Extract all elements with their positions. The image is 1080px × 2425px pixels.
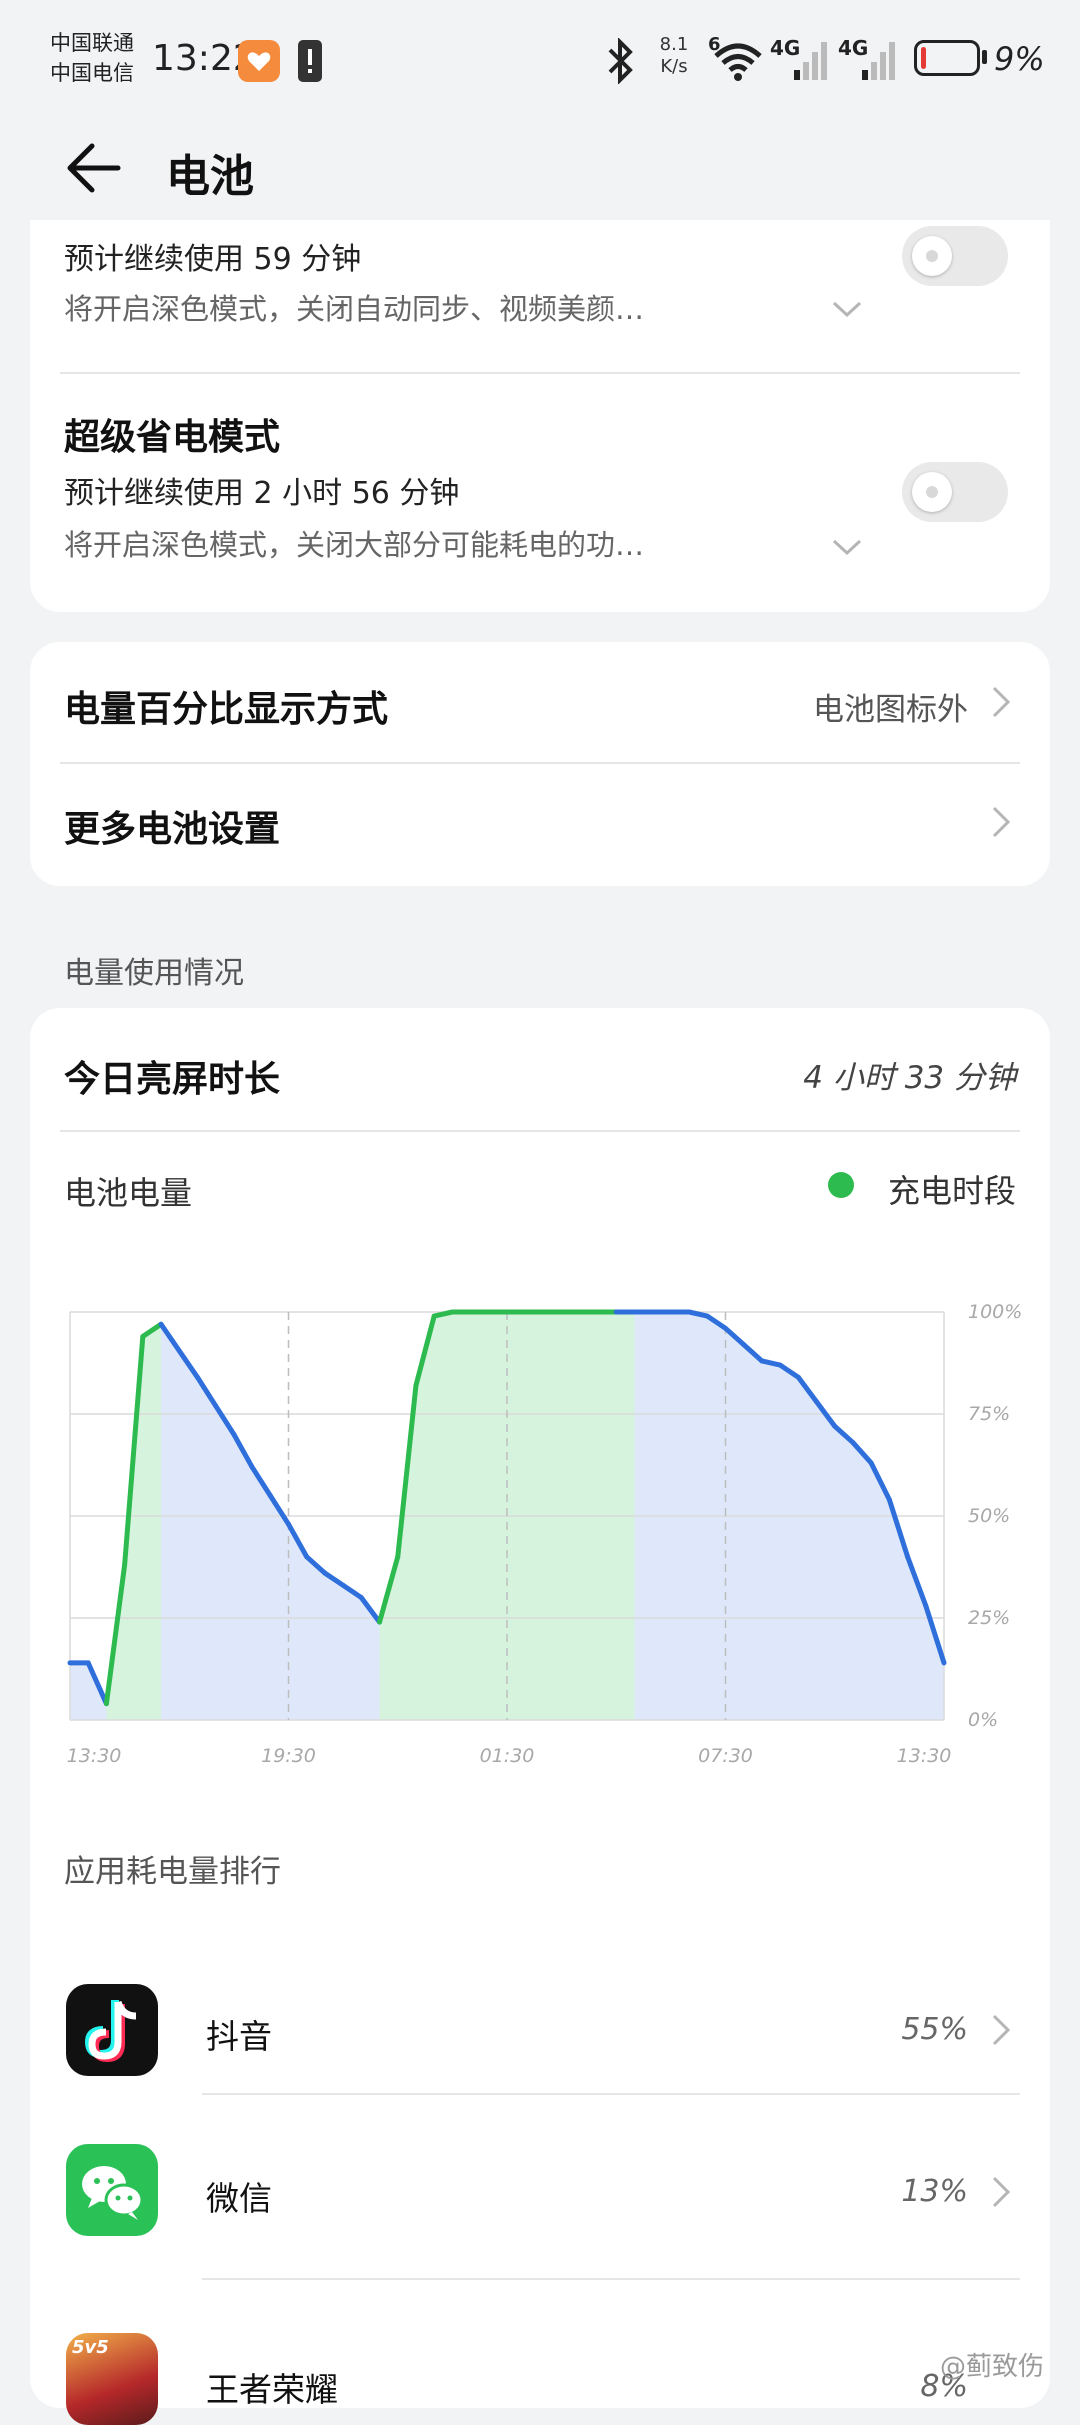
app-name: 王者荣耀 <box>206 2370 338 2409</box>
percent-display-value: 电池图标外 <box>813 692 968 728</box>
carrier-names: 中国联通 中国电信 <box>50 28 134 88</box>
wifi-icon: 6 <box>708 34 764 84</box>
chevron-right-icon <box>992 2176 1011 2208</box>
y-tick-label: 75% <box>968 1403 1010 1425</box>
more-battery-settings-label: 更多电池设置 <box>64 809 281 850</box>
screen-time-label: 今日亮屏时长 <box>64 1059 281 1100</box>
chevron-down-icon[interactable] <box>830 298 864 320</box>
chevron-right-icon <box>992 686 1011 718</box>
y-tick-label: 25% <box>968 1607 1010 1629</box>
wechat-icon <box>66 2144 158 2236</box>
carrier-2: 中国电信 <box>50 61 134 85</box>
chevron-down-icon[interactable] <box>830 536 864 558</box>
wifi-generation: 6 <box>708 34 721 55</box>
super-power-saving-toggle[interactable] <box>902 462 1008 522</box>
charging-legend-label: 充电时段 <box>887 1172 1016 1210</box>
watermark: @蓟致伤 <box>940 2352 1045 2382</box>
carrier-1: 中国联通 <box>50 31 134 55</box>
battery-level-chart: 100% 75% 50% 25% 0% 13:30 19:30 01:30 07:30 13:30 <box>67 1301 1023 1767</box>
app-percent: 13% <box>901 2174 968 2209</box>
status-bar: 中国联通 中国电信 13:22 8.1 K/s 6 4G 4G 9% <box>0 0 1080 120</box>
power-saving-toggle[interactable] <box>902 226 1008 286</box>
charging-legend-dot <box>828 1172 854 1198</box>
app-row-wechat[interactable]: 微信 13% <box>30 2094 1050 2278</box>
percent-display-row[interactable]: 电量百分比显示方式 电池图标外 <box>30 642 1050 762</box>
percent-display-label: 电量百分比显示方式 <box>64 689 389 730</box>
app-row-honor-of-kings[interactable]: 5v5 王者荣耀 8% <box>30 2279 1050 2425</box>
y-tick-label: 0% <box>968 1709 998 1731</box>
app-name: 微信 <box>206 2179 272 2218</box>
chevron-right-icon <box>992 2014 1011 2046</box>
alert-notification-icon <box>298 40 322 82</box>
battery-icon <box>914 40 980 76</box>
network-speed-unit: K/s <box>660 56 688 77</box>
screen-time-value: 4 小时 33 分钟 <box>803 1060 1016 1096</box>
network-speed: 8.1 K/s <box>658 34 690 78</box>
super-power-saving-estimate: 预计继续使用 2 小时 56 分钟 <box>64 476 460 511</box>
chevron-right-icon <box>992 806 1011 838</box>
more-battery-settings-row[interactable]: 更多电池设置 <box>30 764 1050 886</box>
super-power-saving-title: 超级省电模式 <box>64 417 281 458</box>
x-tick-label: 07:30 <box>698 1745 753 1767</box>
battery-percent: 9% <box>994 40 1045 78</box>
x-tick-label: 13:30 <box>67 1745 122 1767</box>
app-percent: 55% <box>901 2012 968 2047</box>
battery-usage-card: 今日亮屏时长 4 小时 33 分钟 电池电量 充电时段 100% 75% 50% 25… <box>30 1008 1050 2425</box>
x-tick-label: 13:30 <box>897 1745 952 1767</box>
battery-settings-card: 电量百分比显示方式 电池图标外 更多电池设置 <box>30 642 1050 886</box>
app-name: 抖音 <box>206 2017 272 2056</box>
battery-fill <box>921 47 926 69</box>
y-tick-label: 100% <box>968 1301 1022 1323</box>
battery-level-label: 电池电量 <box>64 1174 193 1212</box>
power-saving-estimate: 预计继续使用 59 分钟 <box>64 242 362 277</box>
signal-icon-1: 4G <box>770 34 830 84</box>
back-arrow-icon[interactable] <box>62 138 122 198</box>
signal-icon-2: 4G <box>838 34 898 84</box>
honor-of-kings-icon: 5v5 <box>66 2333 158 2425</box>
y-tick-label: 50% <box>968 1505 1010 1527</box>
page-title: 电池 <box>166 151 254 202</box>
douyin-icon <box>66 1984 158 2076</box>
bluetooth-icon <box>608 38 633 84</box>
x-tick-label: 01:30 <box>480 1745 535 1767</box>
battery-tip <box>982 50 987 64</box>
network-speed-value: 8.1 <box>659 34 689 55</box>
usage-section-label: 电量使用情况 <box>64 956 244 991</box>
power-mode-card: 预计继续使用 59 分钟 将开启深色模式，关闭自动同步、视频美颜… 超级省电模式… <box>30 220 1050 612</box>
app-ranking-label: 应用耗电量排行 <box>64 1854 281 1890</box>
power-saving-description: 将开启深色模式，关闭自动同步、视频美颜… <box>64 292 645 326</box>
super-power-saving-description: 将开启深色模式，关闭大部分可能耗电的功… <box>64 528 645 562</box>
notification-app-icon <box>238 40 280 82</box>
x-tick-label: 19:30 <box>261 1745 316 1767</box>
